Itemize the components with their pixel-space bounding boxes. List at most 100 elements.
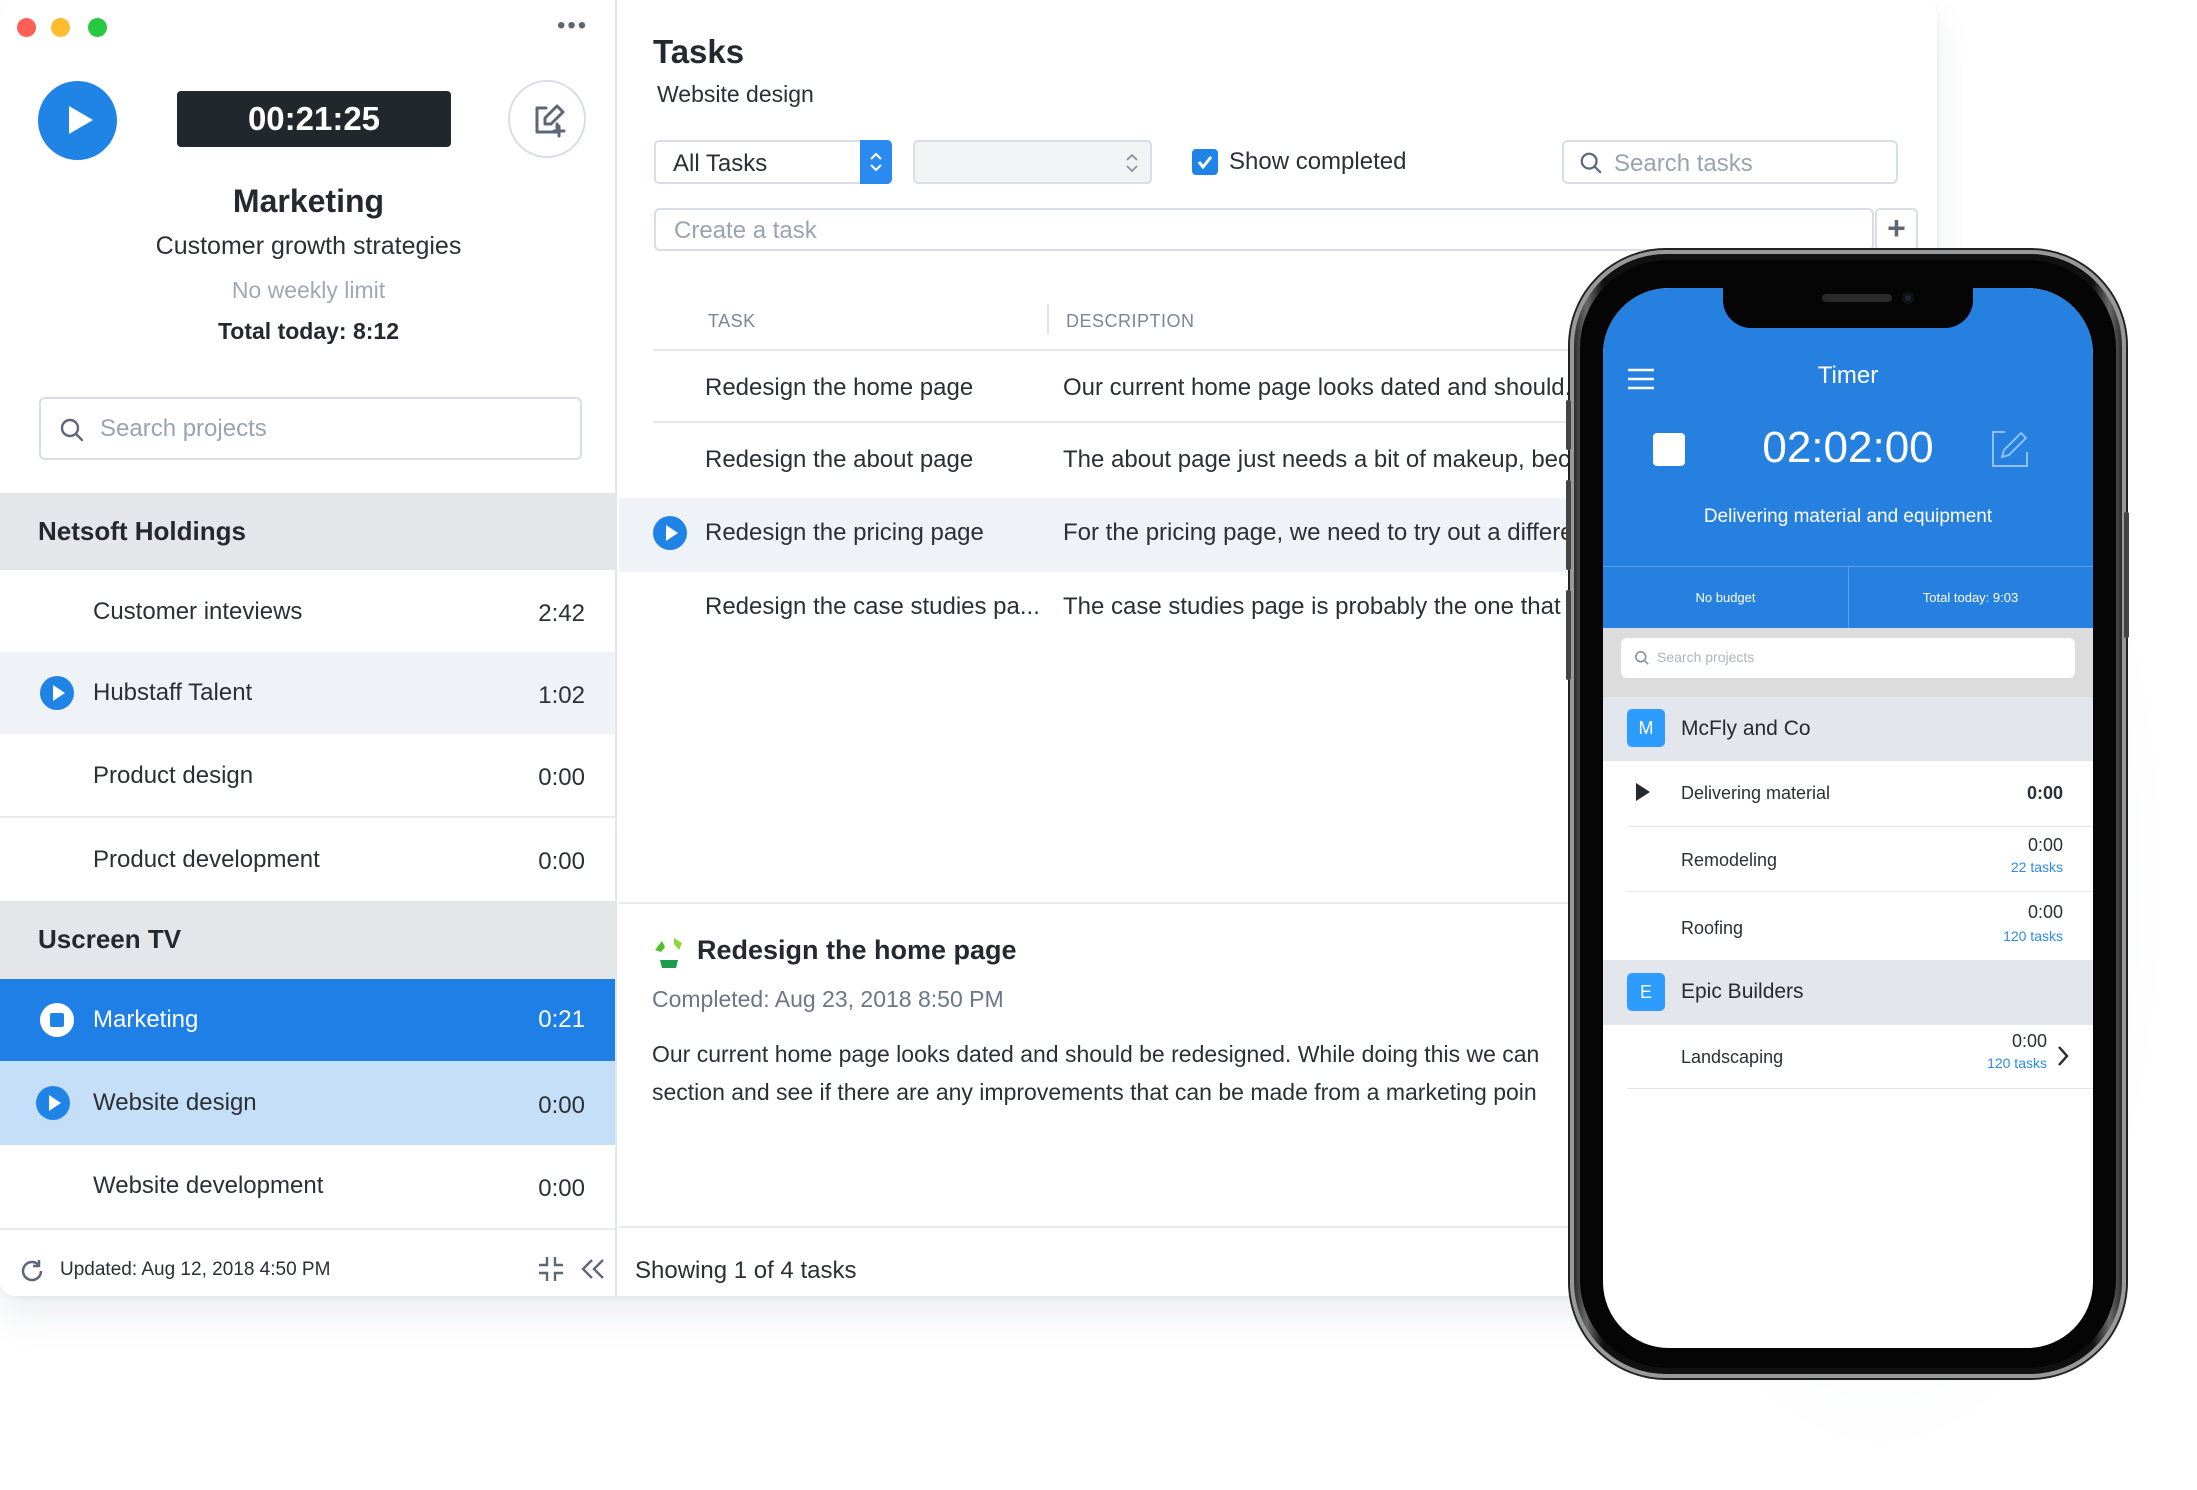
close-window-button[interactable] — [17, 18, 36, 37]
phone-camera — [1902, 292, 1914, 304]
phone-project-row[interactable]: Delivering material 0:00 — [1627, 761, 2093, 827]
column-header-task[interactable]: TASK — [708, 311, 756, 332]
current-project-name: Marketing — [232, 183, 385, 219]
show-completed-label[interactable]: Show completed — [1229, 148, 1406, 176]
phone-volume-button — [1566, 400, 1571, 450]
edit-icon[interactable] — [1991, 430, 2029, 468]
phone-speaker — [1822, 294, 1892, 302]
phone-search-bar: Search projects — [1603, 628, 2093, 697]
project-name: Roofing — [1681, 918, 1744, 938]
zoom-window-button[interactable] — [88, 18, 107, 37]
play-icon[interactable] — [40, 676, 74, 710]
phone-budget: No budget — [1695, 590, 1756, 605]
detail-completed-date: Completed: Aug 23, 2018 8:50 PM — [652, 986, 1004, 1012]
project-name: Customer inteviews — [93, 598, 303, 625]
secondary-filter-select[interactable] — [913, 140, 1152, 184]
task-count-link[interactable]: 120 tasks — [1987, 1055, 2047, 1071]
more-dots-icon[interactable]: ••• — [557, 14, 588, 38]
client-group-title: Uscreen TV — [38, 924, 182, 954]
project-time: 0:00 — [2011, 1031, 2047, 1051]
project-name: Remodeling — [1681, 850, 1778, 870]
project-time: 0:00 — [2027, 902, 2063, 922]
project-row-website-design[interactable]: Website design 0:00 — [0, 1061, 615, 1145]
phone-total-today: Total today: 9:03 — [1922, 590, 2019, 605]
edit-add-icon — [535, 104, 566, 138]
phone-search-input[interactable]: Search projects — [1621, 638, 2075, 678]
project-name: Product development — [93, 846, 320, 873]
start-timer-button[interactable] — [38, 81, 117, 160]
weekly-limit: No weekly limit — [231, 277, 386, 303]
client-avatar: E — [1627, 973, 1665, 1011]
create-task-placeholder: Create a task — [674, 217, 817, 244]
project-row-website-development[interactable]: Website development 0:00 — [0, 1145, 615, 1228]
project-time: 0:00 — [538, 1175, 585, 1202]
select-stepper-icon — [860, 140, 892, 184]
project-time: 0:00 — [2026, 783, 2063, 803]
task-filter-select[interactable]: All Tasks — [654, 140, 892, 184]
task-name: Redesign the about page — [705, 446, 974, 473]
compact-view-icon[interactable] — [538, 1256, 564, 1282]
project-row-product-development[interactable]: Product development 0:00 — [0, 818, 615, 901]
phone-volume-button — [1566, 480, 1571, 570]
project-name: Website design — [93, 1089, 257, 1116]
phone-search-placeholder: Search projects — [1657, 649, 1755, 665]
sidebar: ••• 00:21:25 Marketing Customer growth s… — [0, 0, 617, 1296]
search-projects-input[interactable]: Search projects — [39, 397, 582, 460]
checkmark-icon — [1197, 156, 1213, 170]
minimize-window-button[interactable] — [51, 18, 70, 37]
project-time: 2:42 — [538, 600, 585, 627]
column-divider — [1047, 304, 1049, 334]
project-name: Hubstaff Talent — [93, 679, 253, 706]
page-subtitle: Website design — [657, 81, 814, 107]
stop-icon[interactable] — [40, 1003, 74, 1037]
phone-timer-header: Timer 02:02:00 Delivering material and e… — [1603, 288, 2093, 628]
show-completed-checkbox[interactable] — [1192, 149, 1218, 175]
project-time: 0:21 — [538, 1006, 585, 1033]
detail-title: Redesign the home page — [697, 935, 1017, 965]
create-task-input[interactable]: Create a task — [654, 208, 1874, 251]
project-time: 0:00 — [538, 764, 585, 791]
phone-project-row[interactable]: Roofing 0:00 120 tasks — [1627, 892, 2093, 960]
task-name: Redesign the home page — [705, 374, 974, 401]
task-count-link[interactable]: 120 tasks — [2003, 928, 2063, 944]
last-updated: Updated: Aug 12, 2018 4:50 PM — [60, 1259, 331, 1280]
project-name: Landscaping — [1681, 1047, 1784, 1067]
collapse-sidebar-icon[interactable] — [580, 1258, 606, 1280]
project-row-customer-inteviews[interactable]: Customer inteviews 2:42 — [0, 570, 615, 652]
completed-task-icon — [655, 938, 682, 968]
project-row-marketing[interactable]: Marketing 0:21 — [0, 979, 615, 1061]
project-row-hubstaff-talent[interactable]: Hubstaff Talent 1:02 — [0, 652, 615, 734]
task-description: Our current home page looks dated and sh… — [1063, 374, 1585, 401]
refresh-icon[interactable] — [18, 1257, 46, 1285]
phone-side-button — [2124, 512, 2129, 638]
detail-description-line: Our current home page looks dated and sh… — [652, 1041, 1540, 1067]
play-icon[interactable] — [1635, 782, 1651, 802]
project-time: 0:00 — [538, 1092, 585, 1119]
search-tasks-placeholder: Search tasks — [1614, 150, 1753, 177]
task-description: The case studies page is probably the on… — [1063, 593, 1588, 620]
chevron-right-icon[interactable] — [2057, 1045, 2069, 1067]
play-icon[interactable] — [653, 516, 687, 550]
task-name: Redesign the pricing page — [705, 519, 984, 546]
column-header-description[interactable]: DESCRIPTION — [1066, 311, 1195, 332]
timer-display: 00:21:25 — [177, 91, 451, 147]
detail-description-line: section and see if there are any improve… — [652, 1079, 1537, 1105]
phone-project-row[interactable]: Landscaping 0:00 120 tasks — [1627, 1025, 2093, 1089]
client-group-title: McFly and Co — [1681, 717, 1811, 740]
task-description: For the pricing page, we need to try out… — [1063, 519, 1574, 546]
add-time-note-button[interactable] — [508, 80, 586, 158]
page-title: Tasks — [653, 33, 745, 70]
search-tasks-input[interactable]: Search tasks — [1562, 140, 1898, 184]
phone-project-row[interactable]: Remodeling 0:00 22 tasks — [1627, 827, 2093, 892]
project-name: Delivering material — [1681, 783, 1831, 803]
add-task-button[interactable]: + — [1875, 208, 1918, 251]
task-count-link[interactable]: 22 tasks — [2011, 859, 2063, 875]
project-row-product-design[interactable]: Product design 0:00 — [0, 734, 615, 818]
search-projects-placeholder: Search projects — [100, 415, 267, 442]
play-icon[interactable] — [36, 1086, 70, 1120]
client-group-uscreen-tv: Uscreen TV — [0, 901, 615, 979]
client-group-netsoft-holdings: Netsoft Holdings — [0, 493, 615, 570]
search-icon — [1580, 152, 1602, 174]
task-description: The about page just needs a bit of makeu… — [1063, 446, 1591, 473]
phone-client-group-mcfly: M McFly and Co — [1603, 697, 2093, 761]
